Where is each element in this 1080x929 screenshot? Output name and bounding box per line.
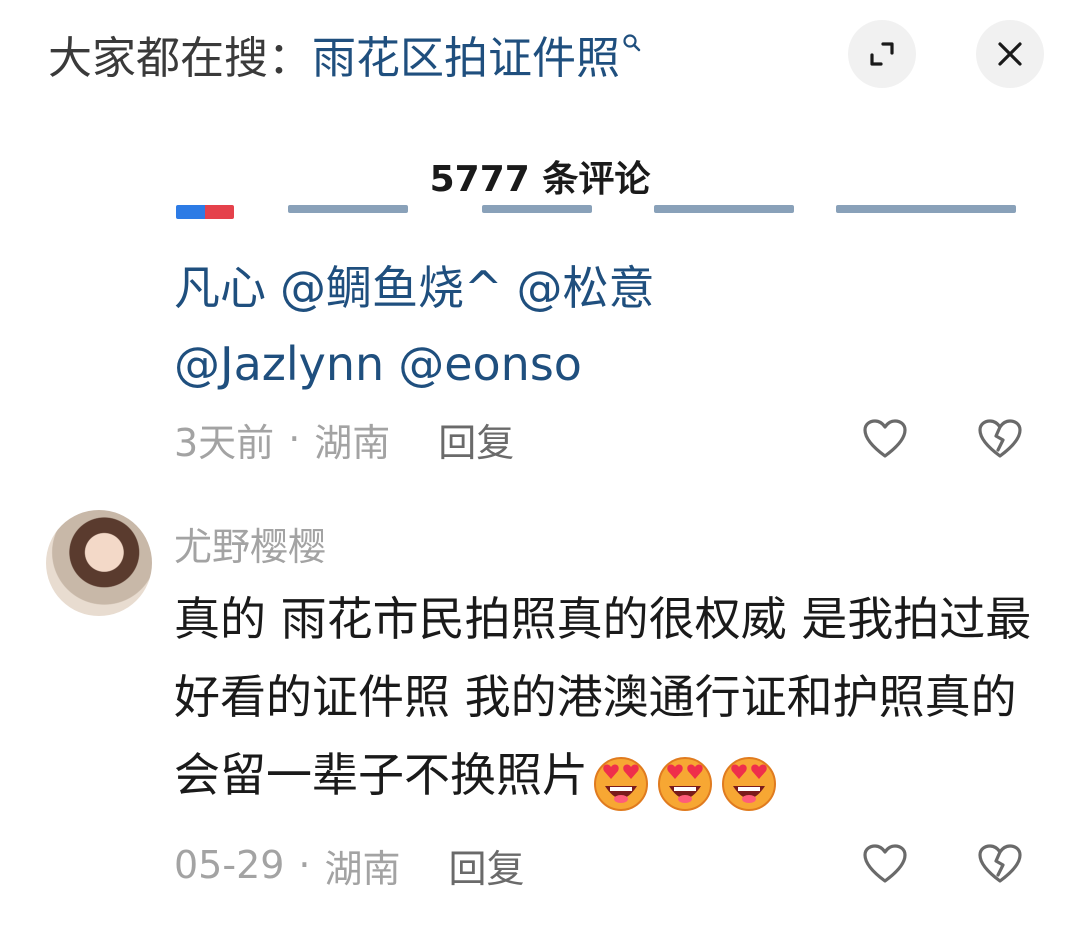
search-term-link[interactable]: 雨花区拍证件照 (312, 22, 620, 86)
avatar[interactable] (46, 510, 152, 616)
search-icon (622, 33, 642, 53)
heart-eyes-emoji (722, 757, 776, 811)
broken-heart-icon (978, 844, 1022, 883)
dislike-button[interactable] (972, 411, 1028, 467)
heart-eyes-emoji (658, 757, 712, 811)
separator-dot: · (298, 843, 311, 887)
reply-button[interactable]: 回复 (438, 412, 514, 467)
close-icon (998, 42, 1022, 66)
comment-text-block: 真的 雨花市民拍照真的很权威 是我拍过最好看的证件照 我的港澳通行证和护照真的会… (174, 580, 1044, 818)
search-prefix: 大家都在搜： (48, 33, 312, 84)
flag-emoji (176, 205, 234, 219)
mention-list: 凡心 @鲷鱼烧^ @松意 @Jazlynn @eonso (174, 250, 1034, 402)
close-button[interactable] (976, 20, 1044, 88)
top-bar: 大家都在搜： 雨花区拍证件照 (0, 0, 1080, 110)
comment-meta: 3天前 · 湖南 回复 (174, 412, 514, 467)
emoji-group (588, 740, 780, 818)
heart-eyes-emoji (594, 757, 648, 811)
mention-link[interactable]: @鲷鱼烧^ (280, 261, 503, 315)
dislike-button[interactable] (972, 836, 1028, 892)
reply-button[interactable]: 回复 (449, 838, 525, 893)
comment-username[interactable]: 尤野樱樱 (174, 516, 326, 571)
comment-time: 05-29 (174, 843, 285, 887)
separator-dot: · (288, 417, 301, 461)
search-suggestion[interactable]: 大家都在搜： 雨花区拍证件照 (48, 26, 642, 84)
expand-icon (870, 42, 894, 66)
comment-count-title: 5777 条评论 (429, 159, 651, 200)
scrolled-out-text (176, 205, 1016, 219)
mention-link[interactable]: 凡心 (174, 261, 266, 315)
comment-time: 3天前 (174, 420, 275, 465)
heart-icon (863, 844, 907, 883)
mention-link[interactable]: @松意 (517, 261, 655, 315)
like-button[interactable] (857, 836, 913, 892)
comment-meta: 05-29 · 湖南 回复 (174, 838, 525, 893)
like-button[interactable] (857, 411, 913, 467)
expand-button[interactable] (848, 20, 916, 88)
broken-heart-icon (978, 419, 1022, 458)
heart-icon (863, 419, 907, 458)
mention-link[interactable]: @Jazlynn (174, 337, 384, 391)
comment-location: 湖南 (324, 846, 401, 891)
mention-link[interactable]: @eonso (398, 337, 582, 391)
comment-location: 湖南 (314, 420, 391, 465)
